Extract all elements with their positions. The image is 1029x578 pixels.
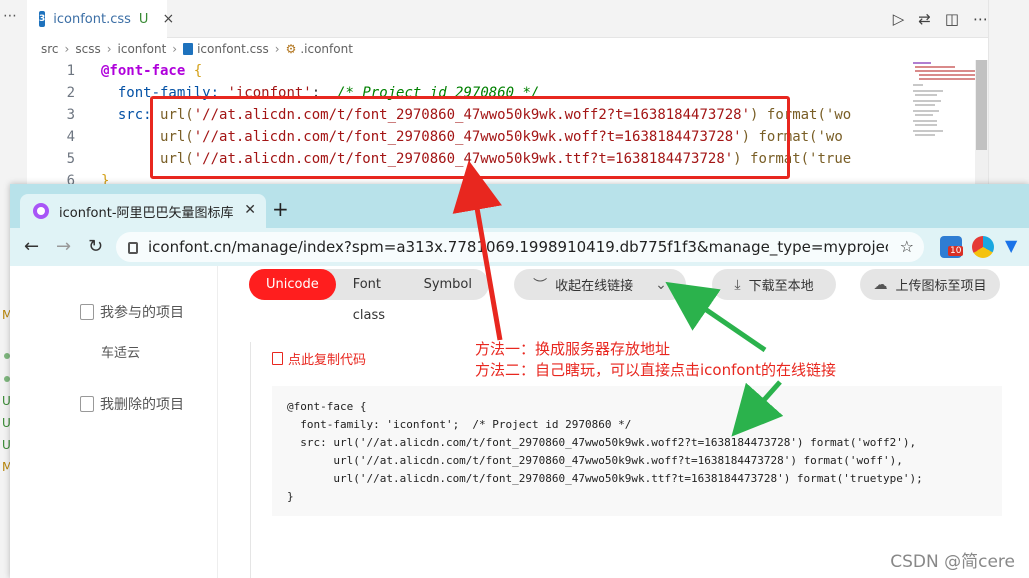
breadcrumb-item[interactable]: iconfont <box>118 42 167 56</box>
minimap[interactable] <box>911 60 981 185</box>
sidebar-item-label: 车适云 <box>101 346 141 361</box>
extension-icon[interactable]: ▼ <box>1005 236 1023 258</box>
more-icon[interactable]: ⋯ <box>3 8 17 24</box>
close-icon[interactable]: × <box>162 11 174 27</box>
reload-icon[interactable]: ↻ <box>88 236 103 257</box>
upload-button[interactable]: ☁ 上传图标至项目 <box>860 269 1000 300</box>
editor-tabbar: 3 iconfont.css U × <box>27 0 988 38</box>
eye-closed-icon: ︶ <box>533 277 548 294</box>
project-sidebar: 我参与的项目 车适云 我删除的项目 <box>10 266 218 578</box>
tab-unicode[interactable]: Unicode <box>249 269 336 300</box>
annotation-method1: 方法一：换成服务器存放地址 <box>475 340 671 358</box>
browser-window: iconfont-阿里巴巴矢量图标库 ✕ + ← → ↻ iconfont.cn… <box>10 184 1029 578</box>
lock-icon[interactable] <box>128 242 138 254</box>
tab-symbol[interactable]: Symbol <box>407 269 489 300</box>
download-button[interactable]: ⤓ 下载至本地 <box>712 269 836 300</box>
browser-tab[interactable]: iconfont-阿里巴巴矢量图标库 ✕ <box>20 194 266 228</box>
tab-status: U <box>138 11 149 27</box>
chevron-down-icon: ⌄ <box>655 276 667 293</box>
sidebar-item-participated[interactable]: 我参与的项目 <box>80 302 184 322</box>
css-file-icon: 3 <box>39 11 46 27</box>
css-file-icon <box>183 43 194 55</box>
right-pane <box>988 0 1029 185</box>
split-editor-icon[interactable]: ◫ <box>945 10 959 28</box>
breadcrumb-item[interactable]: scss <box>75 42 100 56</box>
download-icon: ⤓ <box>734 276 741 293</box>
format-segmented-control: Unicode Font class Symbol <box>249 269 489 323</box>
bookmark-star-icon[interactable]: ☆ <box>900 237 914 256</box>
browser-tab-title: iconfont-阿里巴巴矢量图标库 <box>59 205 234 221</box>
tab-font-class[interactable]: Font class <box>336 269 407 323</box>
address-url[interactable]: iconfont.cn/manage/index?spm=a313x.77810… <box>148 238 888 256</box>
run-icon[interactable]: ▷ <box>893 10 905 28</box>
browser-toolbar: ← → ↻ iconfont.cn/manage/index?spm=a313x… <box>10 228 1029 266</box>
back-icon[interactable]: ← <box>24 236 39 257</box>
annotation-method2: 方法二：自己瞎玩，可以直接点击iconfont的在线链接 <box>475 361 836 379</box>
code-line: 1 @font-face { <box>66 63 203 79</box>
symbol-icon: ⚙ <box>285 42 297 56</box>
online-link-button[interactable]: ︶ 收起在线链接 ⌄ <box>514 269 686 300</box>
page-content: 我参与的项目 车适云 我删除的项目 Unicode Font class Sym… <box>10 266 1029 578</box>
sidebar-item-deleted[interactable]: 我删除的项目 <box>80 394 184 414</box>
extension-badge: 10 <box>948 246 964 256</box>
sidebar-item-label: 我删除的项目 <box>100 397 184 413</box>
breadcrumb-item[interactable]: iconfont.css <box>197 42 269 56</box>
tab-filename: iconfont.css <box>53 11 131 27</box>
copy-code-label: 点此复制代码 <box>288 353 367 368</box>
forward-icon[interactable]: → <box>56 236 71 257</box>
extension-icon[interactable] <box>972 236 994 258</box>
compare-icon[interactable]: ⇄ <box>918 10 931 28</box>
upload-label: 上传图标至项目 <box>895 279 987 294</box>
document-icon <box>80 304 94 320</box>
new-tab-icon[interactable]: + <box>272 197 289 221</box>
breadcrumb: src › scss › iconfont › iconfont.css › ⚙ .ic… <box>27 38 988 60</box>
sidebar-item-label: 我参与的项目 <box>100 305 184 321</box>
breadcrumb-item[interactable]: src <box>41 42 59 56</box>
copy-icon <box>272 352 283 365</box>
sidebar-item-project[interactable]: 车适云 <box>101 342 140 361</box>
extension-icon[interactable]: 10 <box>940 236 964 258</box>
iconfont-favicon-icon <box>33 203 49 219</box>
address-bar[interactable]: iconfont.cn/manage/index?spm=a313x.77810… <box>116 232 924 262</box>
download-label: 下载至本地 <box>748 279 814 294</box>
document-icon <box>80 396 94 412</box>
cloud-upload-icon: ☁ <box>873 276 888 293</box>
copy-code-link[interactable]: 点此复制代码 <box>272 349 366 368</box>
tab-iconfont-css[interactable]: 3 iconfont.css U × <box>27 0 174 38</box>
editor-actions: ▷ ⇄ ◫ ⋯ <box>893 10 988 28</box>
browser-tabstrip: iconfont-阿里巴巴矢量图标库 ✕ + <box>10 184 1029 228</box>
online-link-label: 收起在线链接 <box>555 279 634 294</box>
highlight-box <box>150 96 790 179</box>
scrollbar-thumb[interactable] <box>976 60 987 150</box>
close-icon[interactable]: ✕ <box>244 202 256 218</box>
breadcrumb-item[interactable]: .iconfont <box>300 42 353 56</box>
font-face-code-block[interactable]: @font-face { font-family: 'iconfont'; /*… <box>272 386 1002 516</box>
editor-scrollbar[interactable] <box>975 60 988 185</box>
csdn-watermark: CSDN @简cere <box>890 552 1015 572</box>
more-actions-icon[interactable]: ⋯ <box>973 10 988 28</box>
divider <box>250 342 251 578</box>
